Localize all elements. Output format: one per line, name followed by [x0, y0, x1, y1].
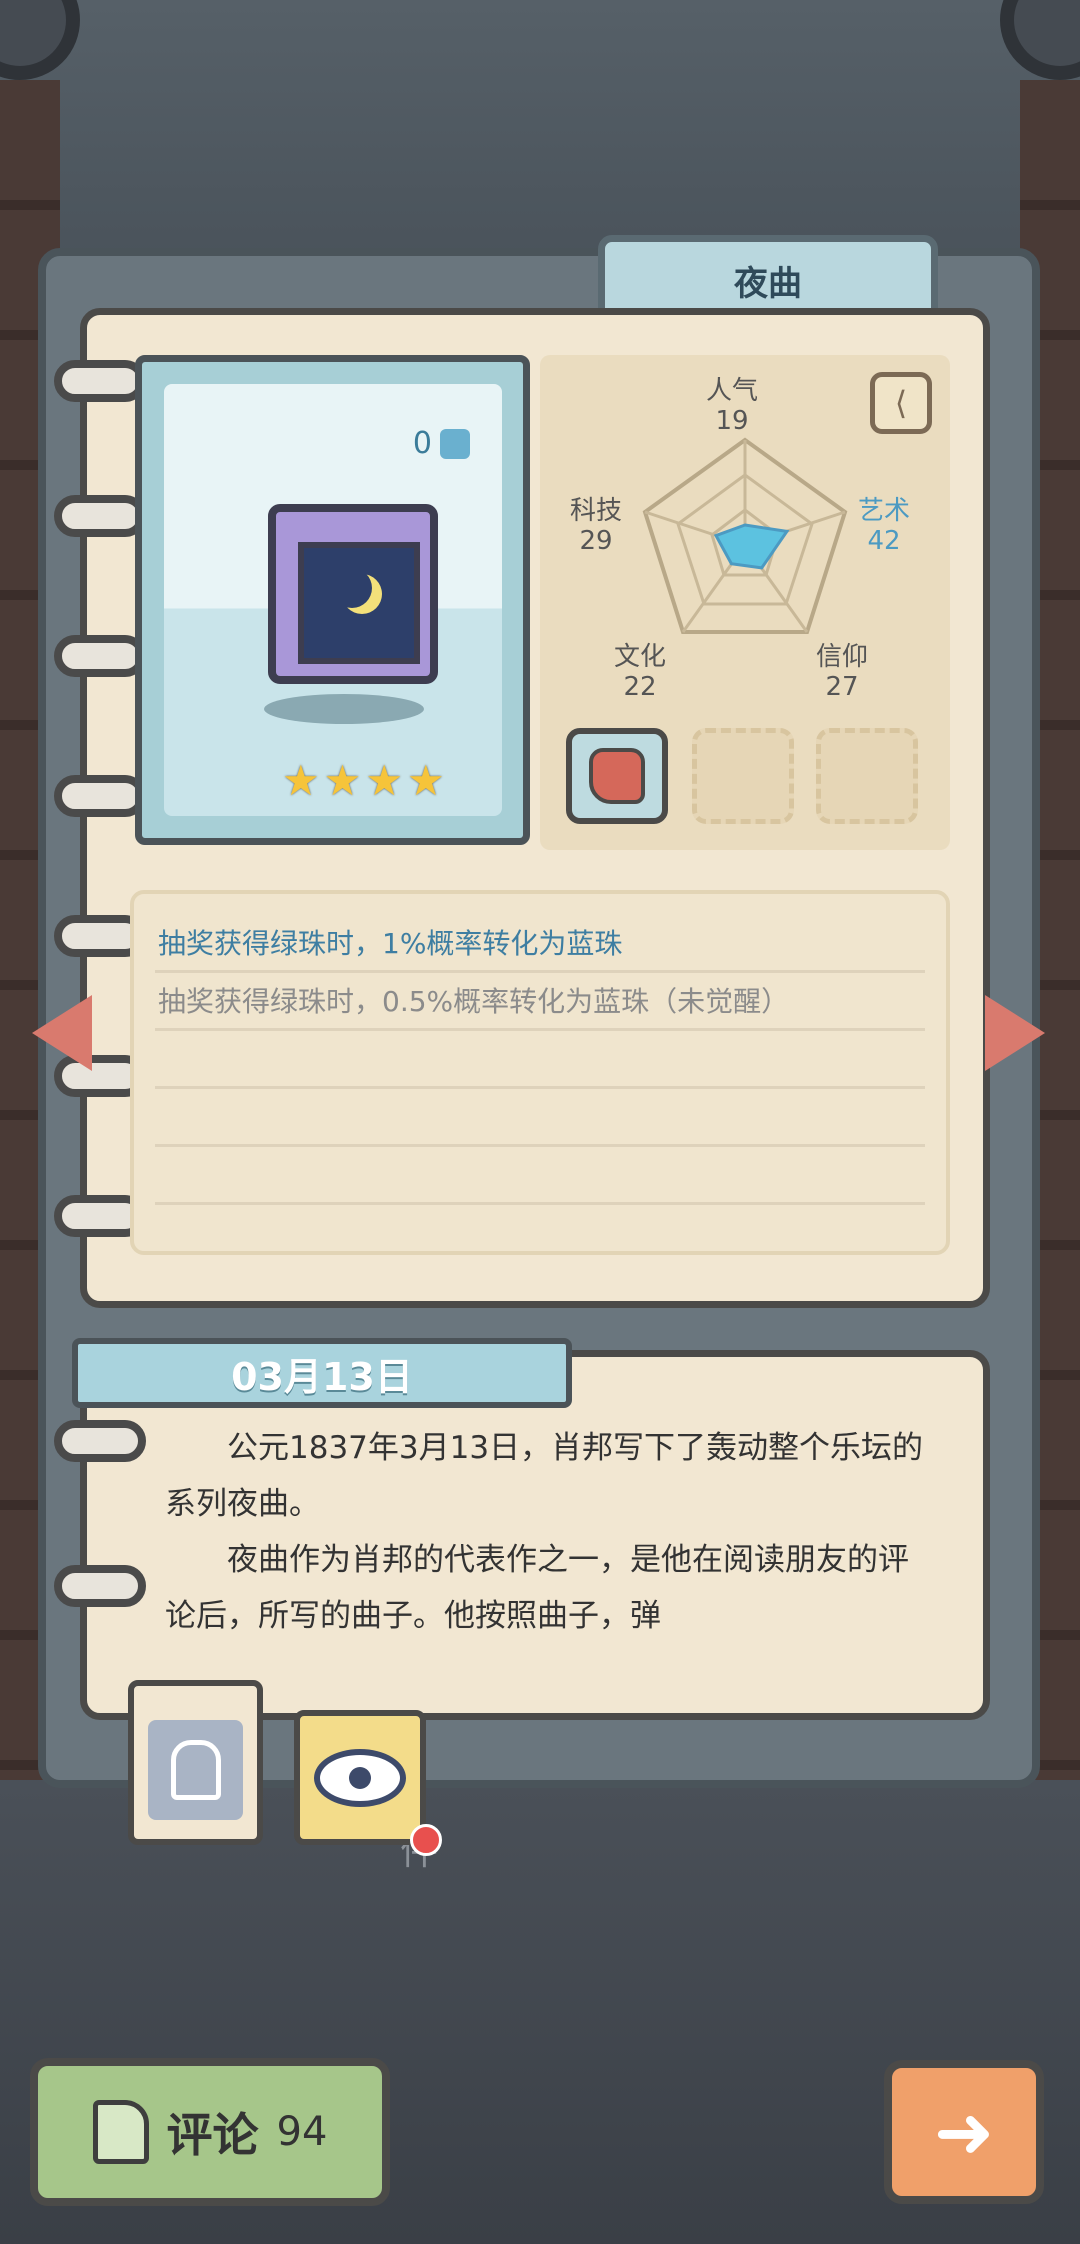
tab-eye[interactable]	[294, 1710, 426, 1845]
stat-culture: 文化 22	[614, 642, 666, 702]
share-button[interactable]: ⟨	[870, 372, 932, 434]
portrait-tab-inner	[148, 1720, 243, 1820]
stat-faith: 信仰 27	[816, 642, 868, 702]
stat-culture-value: 22	[623, 672, 657, 702]
stat-popularity-value: 19	[715, 406, 749, 436]
stat-art: 艺术 42	[858, 496, 910, 556]
notification-dot	[410, 1824, 442, 1856]
effect-inactive: 抽奖获得绿珠时，0.5%概率转化为蓝珠（未觉醒）	[158, 985, 790, 1018]
stat-popularity: 人气 19	[706, 376, 758, 436]
fragment-count-value: 0	[412, 426, 432, 461]
book-window	[298, 542, 420, 664]
page-title: 夜曲	[734, 263, 802, 304]
equip-slot-1[interactable]	[566, 728, 668, 824]
equip-slot-2[interactable]	[692, 728, 794, 824]
stat-art-label: 艺术	[858, 496, 911, 526]
stat-tech-label: 科技	[570, 496, 623, 526]
binder-ring	[54, 775, 146, 817]
ruled-line	[155, 1086, 925, 1089]
effect-active: 抽奖获得绿珠时，1%概率转化为蓝珠	[158, 927, 623, 960]
stat-tech-value: 29	[579, 526, 613, 556]
item-card-art: 0 ★ ★ ★ ★	[164, 384, 502, 816]
boxing-glove-icon	[589, 748, 645, 804]
ruled-line	[155, 970, 925, 973]
moon-icon	[332, 568, 372, 608]
prev-page-button[interactable]	[32, 995, 92, 1071]
nocturne-book-icon	[268, 504, 438, 684]
stat-art-value: 42	[867, 526, 901, 556]
equip-slot-3[interactable]	[816, 728, 918, 824]
comment-button[interactable]: 评论 94	[30, 2058, 390, 2206]
star-rating: ★ ★ ★ ★	[282, 760, 445, 802]
binder-ring	[54, 495, 146, 537]
background-top	[0, 0, 1080, 260]
stat-faith-value: 27	[825, 672, 859, 702]
ruled-line	[155, 1202, 925, 1205]
book-shadow	[264, 694, 424, 724]
story-date: 03月13日	[231, 1354, 413, 1399]
stat-tech: 科技 29	[570, 496, 622, 556]
binder-ring	[54, 1420, 146, 1462]
ruled-line	[155, 1028, 925, 1031]
story-text: 公元1837年3月13日，肖邦写下了轰动整个乐坛的系列夜曲。 夜曲作为肖邦的代表…	[165, 1420, 925, 1644]
radar-chart	[642, 437, 848, 634]
fragment-count: 0	[413, 426, 470, 461]
comment-count: 94	[276, 2109, 328, 2155]
comment-label: 评论	[166, 2108, 259, 2162]
star-icon: ★	[406, 756, 445, 805]
next-page-arrow-button[interactable]	[985, 995, 1045, 1071]
story-paragraph: 公元1837年3月13日，肖邦写下了轰动整个乐坛的系列夜曲。	[165, 1430, 924, 1522]
quill-icon	[92, 2100, 149, 2164]
binder-ring	[54, 635, 146, 677]
radar-value-shape	[713, 523, 790, 570]
star-icon: ★	[282, 756, 320, 805]
bust-icon	[170, 1740, 221, 1800]
tab-portrait[interactable]	[128, 1680, 263, 1845]
date-banner: 03月13日	[72, 1338, 572, 1408]
puzzle-icon	[440, 428, 470, 459]
star-icon: ★	[323, 756, 362, 805]
eye-icon	[314, 1748, 406, 1807]
ruled-line	[155, 1144, 925, 1147]
stat-culture-label: 文化	[614, 642, 667, 672]
item-card: 0 ★ ★ ★ ★	[135, 355, 530, 845]
story-paragraph: 夜曲作为肖邦的代表作之一，是他在阅读朋友的评论后，所写的曲子。他按照曲子，弹	[165, 1542, 909, 1634]
arrow-right-icon: ➜	[933, 2090, 995, 2174]
share-icon: ⟨	[894, 384, 908, 422]
binder-ring	[54, 360, 146, 402]
star-icon: ★	[365, 756, 403, 805]
stat-popularity-label: 人气	[706, 376, 759, 406]
next-button[interactable]: ➜	[884, 2060, 1044, 2204]
binder-ring	[54, 1565, 146, 1607]
stat-faith-label: 信仰	[816, 642, 869, 672]
